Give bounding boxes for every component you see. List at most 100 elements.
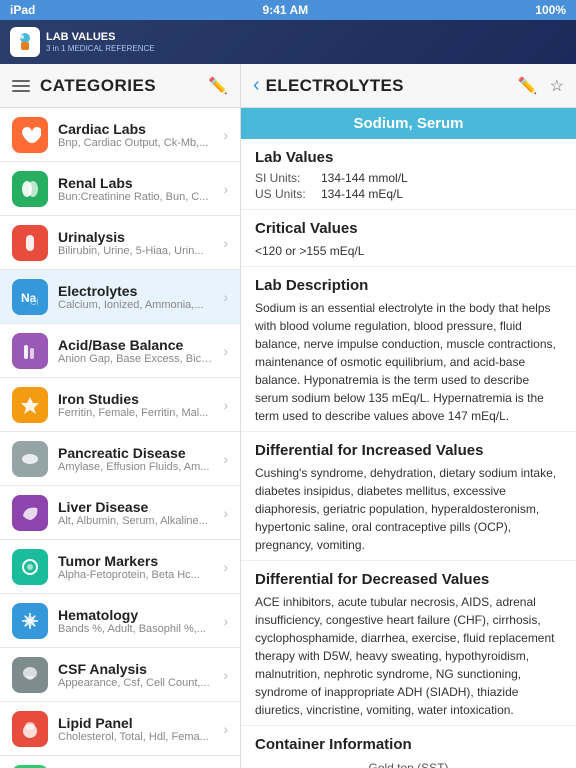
acidbase-category-name: Acid/Base Balance <box>58 337 213 353</box>
tumor-category-icon <box>12 549 48 585</box>
detail-content: Sodium, Serum Lab Values SI Units: 134-1… <box>241 108 576 768</box>
acidbase-category-sub: Anion Gap, Base Excess, Bica... <box>58 353 213 365</box>
category-item-acidbase[interactable]: Acid/Base Balance Anion Gap, Base Excess… <box>0 324 240 378</box>
cardiac-category-icon <box>12 117 48 153</box>
cardiac-category-text: Cardiac Labs Bnp, Cardiac Output, Ck-Mb,… <box>58 121 213 149</box>
electrolytes-category-icon: NaCl <box>12 279 48 315</box>
lab-values-title: Lab Values <box>255 149 562 166</box>
diff-increased-title: Differential for Increased Values <box>255 442 562 459</box>
iron-category-text: Iron Studies Ferritin, Female, Ferritin,… <box>58 391 213 419</box>
liver-chevron-icon: › <box>223 505 228 521</box>
diff-decreased-title: Differential for Decreased Values <box>255 571 562 588</box>
us-units-row: US Units: 134-144 mEq/L <box>255 187 562 201</box>
renal-category-icon <box>12 171 48 207</box>
category-item-csf[interactable]: CSF Analysis Appearance, Csf, Cell Count… <box>0 648 240 702</box>
acidbase-category-icon <box>12 333 48 369</box>
status-bar: iPad 9:41 AM 100% <box>0 0 576 20</box>
csf-category-sub: Appearance, Csf, Cell Count,... <box>58 677 213 689</box>
container-info-section: Container Information Gold top (SST) Inv… <box>241 726 576 768</box>
urinalysis-category-name: Urinalysis <box>58 229 213 245</box>
edit-icon[interactable]: ✏️ <box>208 76 228 96</box>
hematology-category-name: Hematology <box>58 607 213 623</box>
star-action-icon[interactable]: ☆ <box>550 76 564 96</box>
urinalysis-category-icon <box>12 225 48 261</box>
tumor-category-sub: Alpha-Fetoprotein, Beta Hc... <box>58 569 213 581</box>
differential-decreased-section: Differential for Decreased Values ACE in… <box>241 561 576 726</box>
pancreatic-category-name: Pancreatic Disease <box>58 445 213 461</box>
back-button[interactable]: ‹ <box>253 74 260 97</box>
category-item-liver[interactable]: Liver Disease Alt, Albumin, Serum, Alkal… <box>0 486 240 540</box>
category-item-electrolytes[interactable]: NaCl Electrolytes Calcium, Ionized, Ammo… <box>0 270 240 324</box>
iron-category-icon <box>12 387 48 423</box>
container-info-title: Container Information <box>255 736 562 753</box>
tumor-category-text: Tumor Markers Alpha-Fetoprotein, Beta Hc… <box>58 553 213 581</box>
hematology-chevron-icon: › <box>223 613 228 629</box>
app-sub: 3 in 1 MEDICAL REFERENCE <box>46 44 155 53</box>
edit-action-icon[interactable]: ✏️ <box>518 76 538 96</box>
left-header: CATEGORIES ✏️ <box>0 64 240 108</box>
electrolytes-category-sub: Calcium, Ionized, Ammonia,... <box>58 299 213 311</box>
us-label: US Units: <box>255 187 315 201</box>
lab-description-section: Lab Description Sodium is an essential e… <box>241 267 576 432</box>
si-value: 134-144 mmol/L <box>321 171 408 185</box>
diff-decreased-body: ACE inhibitors, acute tubular necrosis, … <box>255 593 562 719</box>
category-item-urinalysis[interactable]: Urinalysis Bilirubin, Urine, 5-Hiaa, Uri… <box>0 216 240 270</box>
cardiac-category-name: Cardiac Labs <box>58 121 213 137</box>
urinalysis-chevron-icon: › <box>223 235 228 251</box>
iron-category-name: Iron Studies <box>58 391 213 407</box>
hematology-category-icon <box>12 603 48 639</box>
category-item-drug[interactable]: Drug Levels Amikacin, Peak, Amikacin, Tr… <box>0 756 240 768</box>
si-units-row: SI Units: 134-144 mmol/L <box>255 171 562 185</box>
urinalysis-category-text: Urinalysis Bilirubin, Urine, 5-Hiaa, Uri… <box>58 229 213 257</box>
app-header: LAB VALUES 3 in 1 MEDICAL REFERENCE <box>0 20 576 64</box>
app-logo: LAB VALUES 3 in 1 MEDICAL REFERENCE <box>10 27 155 57</box>
category-item-iron[interactable]: Iron Studies Ferritin, Female, Ferritin,… <box>0 378 240 432</box>
diff-increased-body: Cushing's syndrome, dehydration, dietary… <box>255 464 562 554</box>
csf-category-icon <box>12 657 48 693</box>
si-label: SI Units: <box>255 171 315 185</box>
urinalysis-category-sub: Bilirubin, Urine, 5-Hiaa, Urin... <box>58 245 213 257</box>
us-value: 134-144 mEq/L <box>321 187 403 201</box>
lipid-category-sub: Cholesterol, Total, Hdl, Fema... <box>58 731 213 743</box>
category-item-hematology[interactable]: Hematology Bands %, Adult, Basophil %,..… <box>0 594 240 648</box>
critical-values-body: <120 or >155 mEq/L <box>255 242 562 260</box>
critical-values-title: Critical Values <box>255 220 562 237</box>
hematology-category-text: Hematology Bands %, Adult, Basophil %,..… <box>58 607 213 635</box>
acidbase-category-text: Acid/Base Balance Anion Gap, Base Excess… <box>58 337 213 365</box>
category-item-renal[interactable]: Renal Labs Bun:Creatinine Ratio, Bun, C.… <box>0 162 240 216</box>
renal-category-sub: Bun:Creatinine Ratio, Bun, C... <box>58 191 213 203</box>
electrolytes-category-name: Electrolytes <box>58 283 213 299</box>
category-item-lipid[interactable]: Lipid Panel Cholesterol, Total, Hdl, Fem… <box>0 702 240 756</box>
category-item-tumor[interactable]: Tumor Markers Alpha-Fetoprotein, Beta Hc… <box>0 540 240 594</box>
iron-category-sub: Ferritin, Female, Ferritin, Mal... <box>58 407 213 419</box>
category-item-cardiac[interactable]: Cardiac Labs Bnp, Cardiac Output, Ck-Mb,… <box>0 108 240 162</box>
differential-increased-section: Differential for Increased Values Cushin… <box>241 432 576 561</box>
csf-chevron-icon: › <box>223 667 228 683</box>
cardiac-category-sub: Bnp, Cardiac Output, Ck-Mb,... <box>58 137 213 149</box>
hamburger-icon[interactable] <box>12 80 30 92</box>
renal-chevron-icon: › <box>223 181 228 197</box>
lab-description-title: Lab Description <box>255 277 562 294</box>
pancreatic-category-sub: Amylase, Effusion Fluids, Am... <box>58 461 213 473</box>
logo-text-block: LAB VALUES 3 in 1 MEDICAL REFERENCE <box>46 31 155 53</box>
liver-category-sub: Alt, Albumin, Serum, Alkaline... <box>58 515 213 527</box>
categories-title: CATEGORIES <box>40 76 156 96</box>
left-panel: CATEGORIES ✏️ Cardiac Labs Bnp, Cardiac … <box>0 64 241 768</box>
left-header-left: CATEGORIES <box>12 76 156 96</box>
renal-category-name: Renal Labs <box>58 175 213 191</box>
renal-category-text: Renal Labs Bun:Creatinine Ratio, Bun, C.… <box>58 175 213 203</box>
status-device: iPad <box>10 3 35 17</box>
status-battery: 100% <box>535 3 566 17</box>
lipid-category-text: Lipid Panel Cholesterol, Total, Hdl, Fem… <box>58 715 213 743</box>
pancreatic-category-text: Pancreatic Disease Amylase, Effusion Flu… <box>58 445 213 473</box>
category-item-pancreatic[interactable]: Pancreatic Disease Amylase, Effusion Flu… <box>0 432 240 486</box>
tube-container: Gold top (SST) Invert 5x <box>255 761 562 768</box>
logo-icon <box>10 27 40 57</box>
sodium-banner: Sodium, Serum <box>241 108 576 139</box>
liver-category-name: Liver Disease <box>58 499 213 515</box>
pancreatic-chevron-icon: › <box>223 451 228 467</box>
critical-values-section: Critical Values <120 or >155 mEq/L <box>241 210 576 267</box>
tube-top-label: Gold top (SST) <box>368 761 448 768</box>
electrolytes-chevron-icon: › <box>223 289 228 305</box>
tumor-category-name: Tumor Markers <box>58 553 213 569</box>
